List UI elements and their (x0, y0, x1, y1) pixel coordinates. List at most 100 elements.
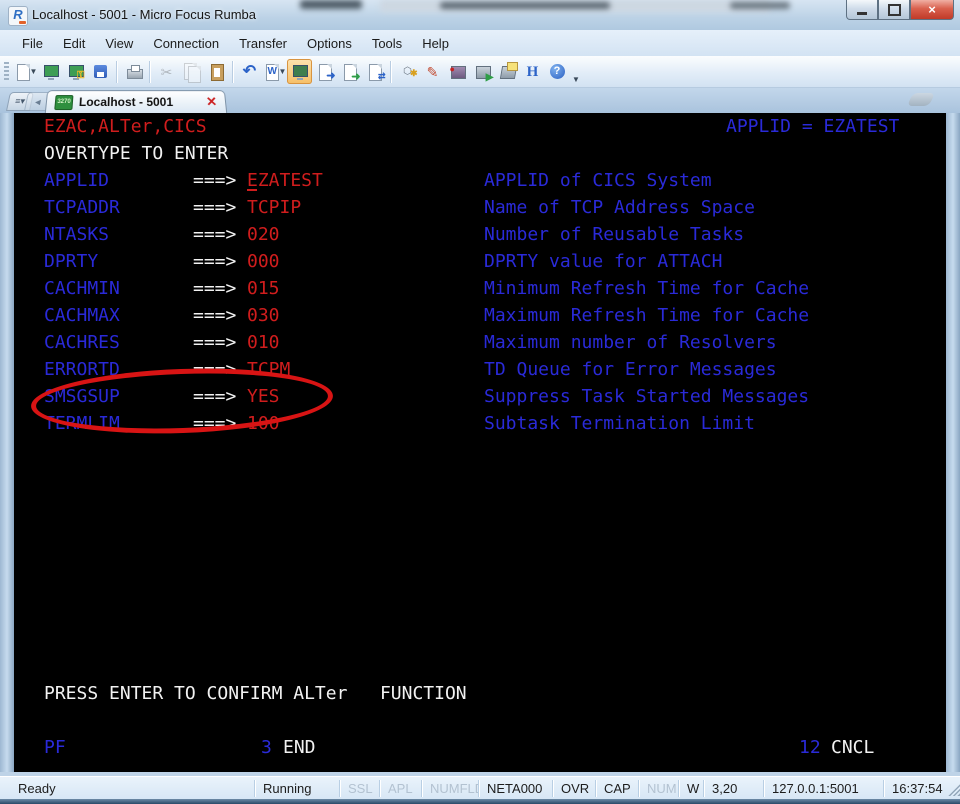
copy-icon (183, 63, 201, 81)
close-button[interactable]: × (910, 0, 954, 20)
session-tab[interactable]: 3270 Localhost - 5001 ✕ (45, 90, 227, 113)
field-value[interactable]: EZATEST (247, 167, 323, 194)
word-document-icon: W (263, 63, 281, 81)
field-name: DPRTY (44, 248, 98, 275)
field-desc: Suppress Task Started Messages (484, 383, 809, 410)
monitor-icon (42, 63, 60, 81)
background-window-fragment (440, 2, 610, 9)
page-transfer-icon: ⇄ (366, 63, 384, 81)
macro-play-button[interactable]: ▶ (470, 59, 495, 84)
receive-file-button[interactable]: ➜ (337, 59, 362, 84)
pf3-number: 3 (261, 734, 272, 761)
field-name: TCPADDR (44, 194, 120, 221)
settings-button[interactable]: ⬡✱ (395, 59, 420, 84)
window-title: Localhost - 5001 - Micro Focus Rumba (32, 7, 256, 22)
menu-file[interactable]: File (12, 32, 53, 55)
pf-label: PF (44, 734, 66, 761)
field-name: NTASKS (44, 221, 109, 248)
field-desc: Minimum Refresh Time for Cache (484, 275, 809, 302)
overtype-instruction: OVERTYPE TO ENTER (44, 140, 228, 167)
undo-button[interactable]: ↶ (237, 59, 262, 84)
input-cursor (247, 189, 257, 191)
field-row-tcpaddr: TCPADDR ===> TCPIP Name of TCP Address S… (14, 194, 946, 221)
confirm-message: PRESS ENTER TO CONFIRM ALTer FUNCTION (44, 680, 467, 707)
field-desc: Number of Reusable Tasks (484, 221, 744, 248)
toolbar-overflow-button[interactable]: ▼ (572, 75, 580, 84)
clipboard-icon (208, 63, 226, 81)
status-word-wrap: W (679, 780, 704, 797)
paste-button[interactable] (204, 59, 229, 84)
terminal-3270-icon: 3270 (54, 95, 73, 110)
field-value[interactable]: 000 (247, 248, 280, 275)
menu-tools[interactable]: Tools (362, 32, 412, 55)
undo-arrow-icon: ↶ (241, 63, 259, 81)
field-row-cachmin: CACHMIN ===> 015 Minimum Refresh Time fo… (14, 275, 946, 302)
field-name: CACHMAX (44, 302, 120, 329)
camera-icon: ● (449, 63, 467, 81)
toolbar-grip[interactable] (4, 62, 9, 82)
field-row-ntasks: NTASKS ===> 020 Number of Reusable Tasks (14, 221, 946, 248)
field-arrow: ===> (193, 275, 236, 302)
status-neta: NETA000 (479, 780, 553, 797)
field-value[interactable]: 015 (247, 275, 280, 302)
field-value[interactable]: 020 (247, 221, 280, 248)
status-ovr: OVR (553, 780, 596, 797)
session-configuration-button[interactable]: ⚿ (63, 59, 88, 84)
field-row-dprty: DPRTY ===> 000 DPRTY value for ATTACH (14, 248, 946, 275)
minimize-button[interactable] (846, 0, 878, 20)
hotspot-h-icon: H (524, 63, 542, 81)
field-arrow: ===> (193, 248, 236, 275)
close-icon: × (928, 2, 936, 17)
menu-view[interactable]: View (95, 32, 143, 55)
page-arrow-down-icon: ➜ (341, 63, 359, 81)
terminal-screen[interactable]: EZAC,ALTer,CICS APPLID = EZATEST OVERTYP… (14, 113, 946, 772)
pf3-action: END (283, 734, 316, 761)
brush-button[interactable]: ✎ (420, 59, 445, 84)
field-arrow: ===> (193, 221, 236, 248)
menu-transfer[interactable]: Transfer (229, 32, 297, 55)
field-value[interactable]: 030 (247, 302, 280, 329)
menu-bar: File Edit View Connection Transfer Optio… (0, 30, 960, 56)
field-desc: TD Queue for Error Messages (484, 356, 777, 383)
status-cursor-position: 3,20 (704, 780, 764, 797)
terminal-command[interactable]: EZAC,ALTer,CICS (44, 113, 207, 140)
open-session-button[interactable] (38, 59, 63, 84)
field-arrow: ===> (193, 167, 236, 194)
menu-connection[interactable]: Connection (143, 32, 229, 55)
keyboard-map-button[interactable] (495, 59, 520, 84)
status-ssl: SSL (340, 780, 380, 797)
help-button[interactable]: ? (545, 59, 570, 84)
file-transfer-button[interactable]: ⇄ (362, 59, 387, 84)
menu-edit[interactable]: Edit (53, 32, 95, 55)
save-session-button[interactable] (88, 59, 113, 84)
toolbar: ▼ ⚿ ✂ ↶ W▼ ➜ ➜ ⇄ ⬡✱ ✎ ● ▶ H ? ▼ (0, 56, 960, 88)
field-desc: APPLID of CICS System (484, 167, 712, 194)
field-desc: Maximum Refresh Time for Cache (484, 302, 809, 329)
maximize-button[interactable] (878, 0, 910, 20)
status-apl: APL (380, 780, 422, 797)
pf12-action: CNCL (831, 734, 874, 761)
macro-record-button[interactable]: ● (445, 59, 470, 84)
field-arrow: ===> (193, 302, 236, 329)
resize-grip[interactable] (946, 782, 960, 796)
status-host-address: 127.0.0.1:5001 (764, 780, 884, 797)
pen-icon: ✎ (424, 63, 442, 81)
field-row-applid: APPLID ===> EZATEST APPLID of CICS Syste… (14, 167, 946, 194)
screen-history-toggle-button[interactable] (287, 59, 312, 84)
field-value[interactable]: 010 (247, 329, 280, 356)
title-bar: R Localhost - 5001 - Micro Focus Rumba × (0, 0, 960, 30)
field-arrow: ===> (193, 194, 236, 221)
send-file-button[interactable]: ➜ (312, 59, 337, 84)
print-screen-button[interactable] (121, 59, 146, 84)
status-clock: 16:37:54 (884, 780, 944, 797)
field-name: CACHMIN (44, 275, 120, 302)
status-bar: Ready Running SSL APL NUMFLD NETA000 OVR… (0, 776, 960, 800)
field-value[interactable]: TCPIP (247, 194, 301, 221)
menu-options[interactable]: Options (297, 32, 362, 55)
menu-help[interactable]: Help (412, 32, 459, 55)
tab-close-icon[interactable]: ✕ (205, 94, 217, 110)
export-word-button[interactable]: W▼ (262, 59, 287, 84)
hotspots-button[interactable]: H (520, 59, 545, 84)
new-session-button[interactable]: ▼ (13, 59, 38, 84)
applid-status: APPLID = EZATEST (726, 113, 899, 140)
